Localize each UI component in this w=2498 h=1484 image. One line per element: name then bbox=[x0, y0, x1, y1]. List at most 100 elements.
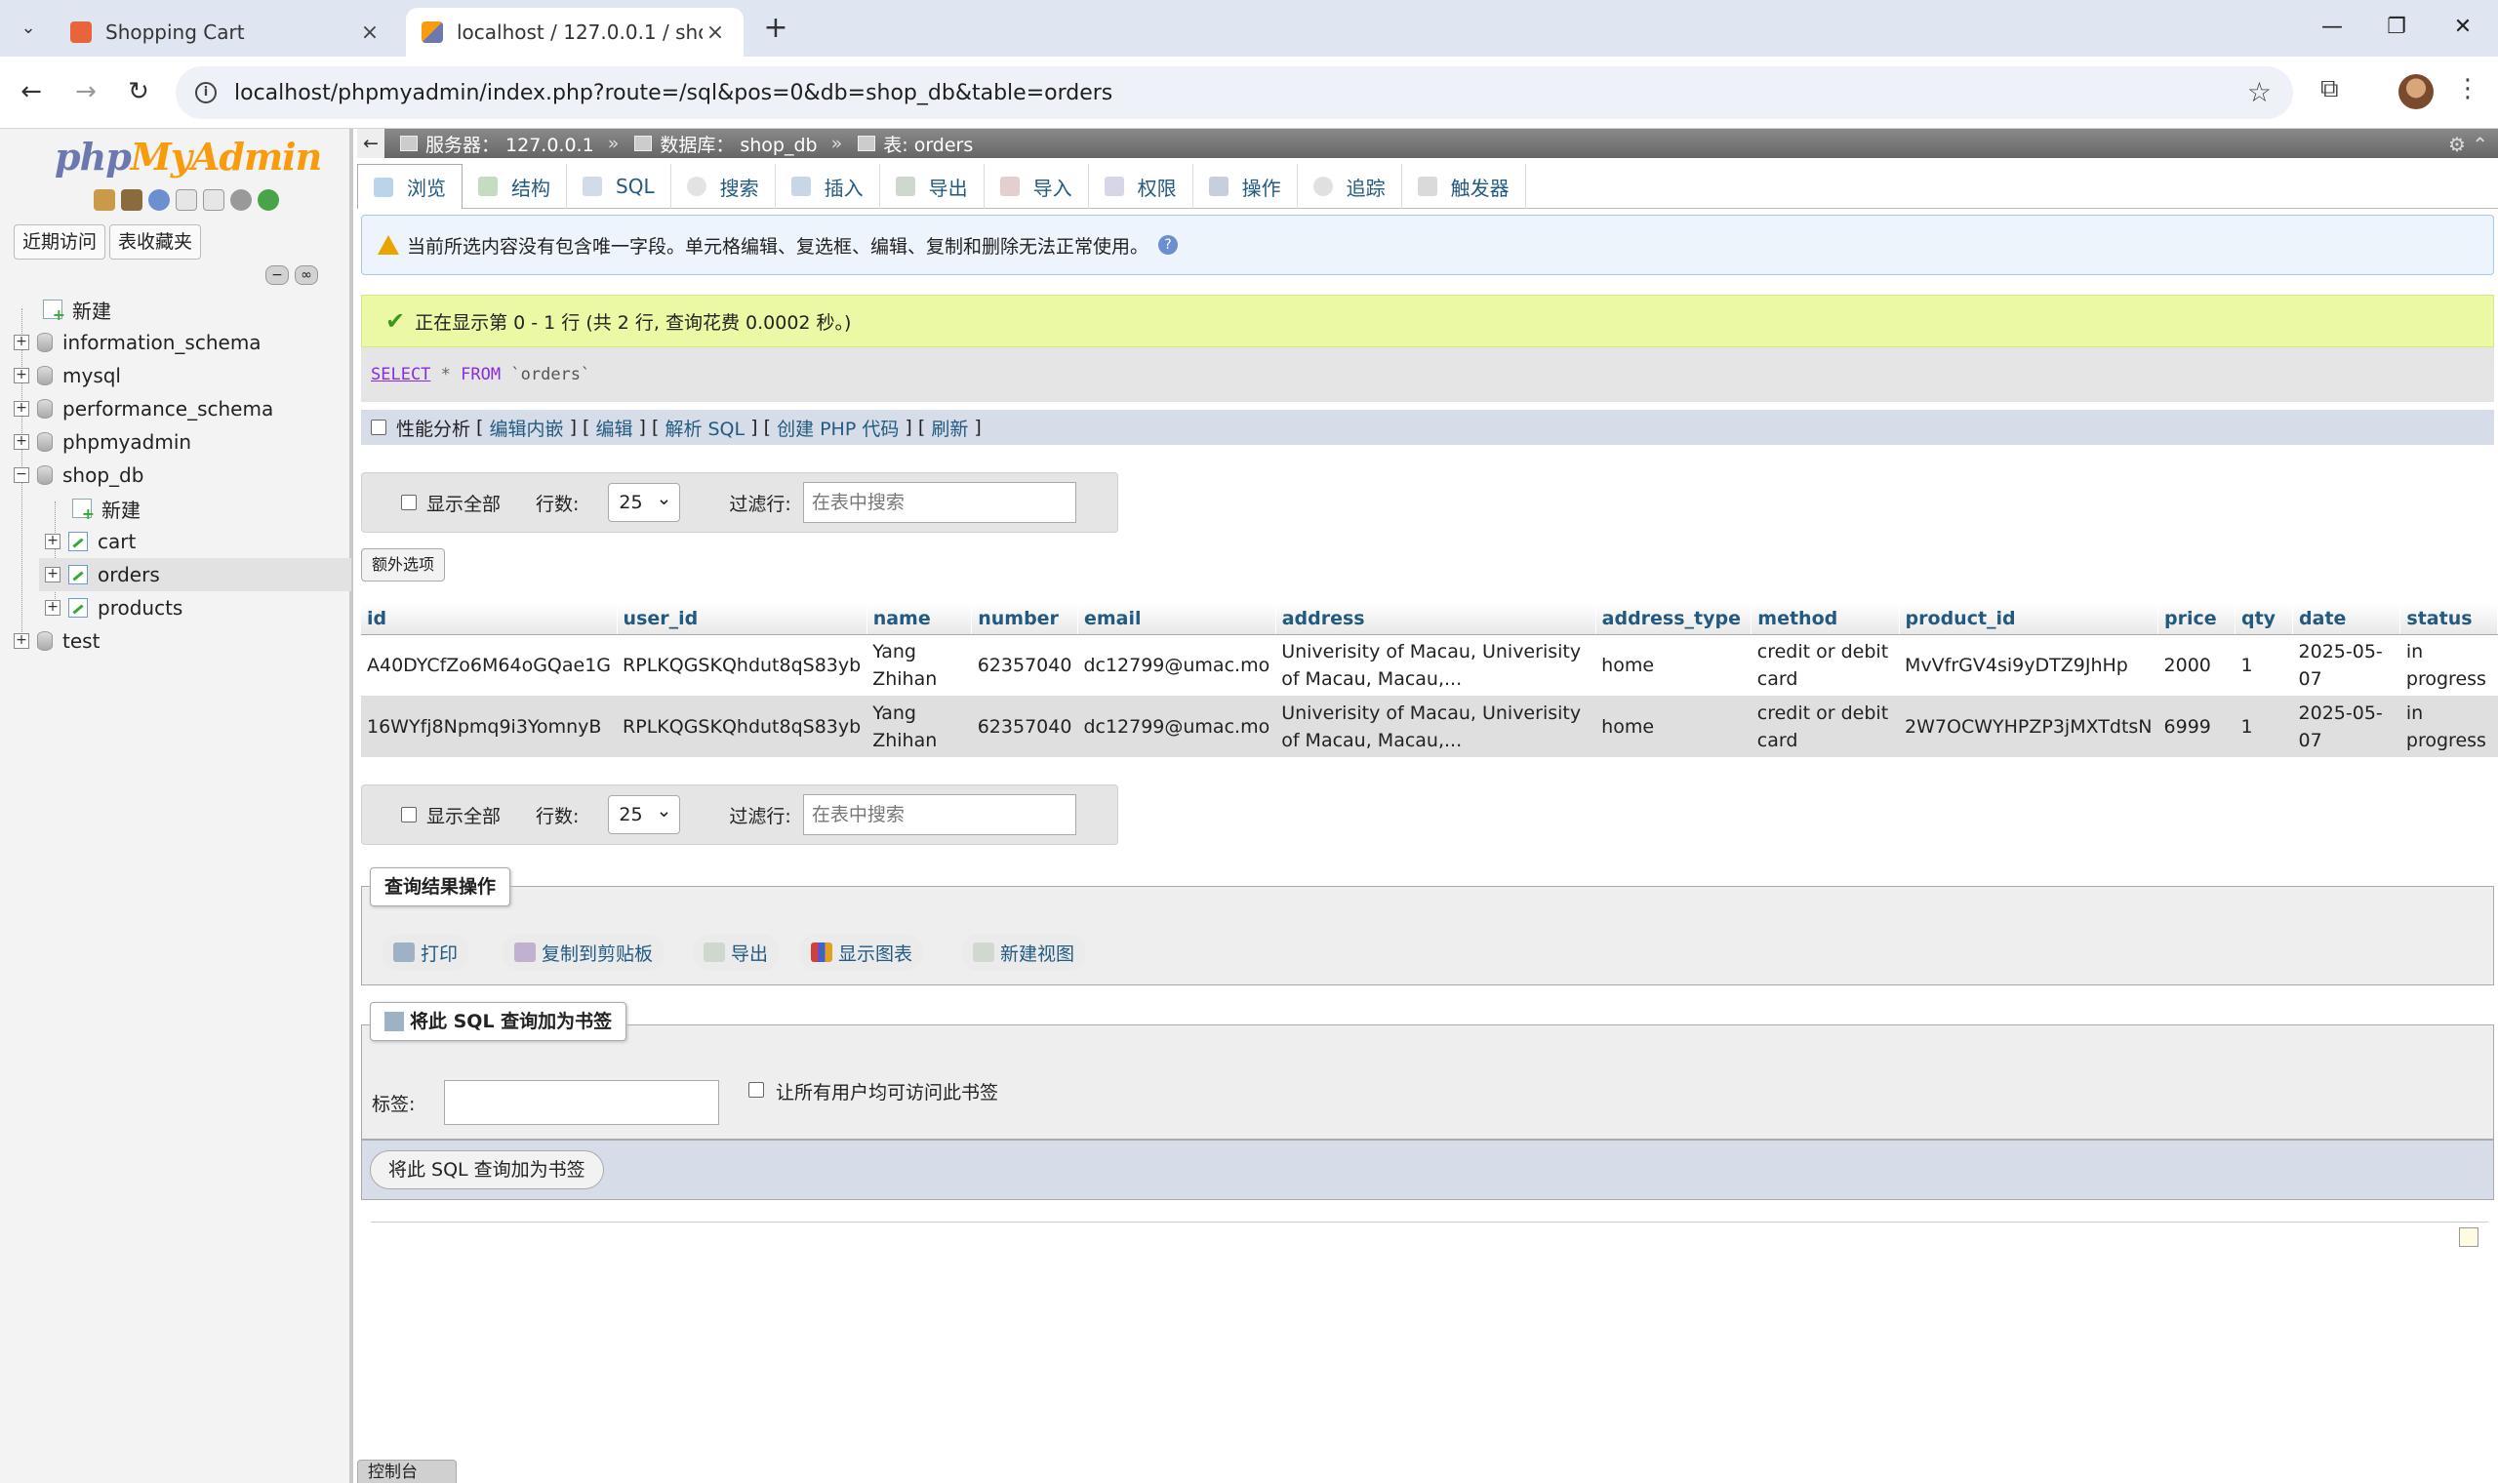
bookmark-star-icon[interactable]: ☆ bbox=[2247, 76, 2272, 108]
url-omnibox[interactable]: i localhost/phpmyadmin/index.php?route=/… bbox=[176, 66, 2293, 119]
show-all-checkbox[interactable] bbox=[401, 495, 417, 510]
tree-table-orders[interactable]: + orders bbox=[39, 558, 351, 591]
tab-tracking[interactable]: 追踪 bbox=[1298, 164, 1402, 209]
column-header[interactable]: product_id bbox=[1899, 603, 2159, 635]
logout-icon[interactable] bbox=[121, 189, 142, 211]
sql-select-keyword[interactable]: SELECT bbox=[371, 365, 430, 384]
tab-triggers[interactable]: 触发器 bbox=[1402, 164, 1526, 209]
rows-per-page-select[interactable]: 25 bbox=[608, 480, 681, 522]
filter-rows-input[interactable]: 在表中搜索 bbox=[802, 482, 1076, 523]
tree-db-information-schema[interactable]: + information_schema bbox=[14, 326, 262, 359]
export-results-button[interactable]: 导出 bbox=[692, 934, 781, 971]
docs-icon[interactable] bbox=[176, 189, 197, 211]
expand-plus-icon[interactable]: + bbox=[45, 567, 60, 582]
extensions-puzzle-icon[interactable]: ⧉ bbox=[2320, 74, 2339, 104]
rows-per-page-select[interactable]: 25 bbox=[608, 792, 681, 834]
create-php-link[interactable]: 创建 PHP 代码 bbox=[777, 415, 899, 441]
create-view-button[interactable]: 新建视图 bbox=[961, 934, 1087, 971]
collapse-minus-icon[interactable]: − bbox=[14, 467, 29, 483]
column-header[interactable]: user_id bbox=[617, 603, 867, 635]
edit-link[interactable]: 编辑 bbox=[595, 415, 632, 441]
breadcrumb-server[interactable]: 服务器： 127.0.0.1 bbox=[400, 131, 594, 157]
url-text[interactable]: localhost/phpmyadmin/index.php?route=/sq… bbox=[234, 81, 1112, 105]
tree-db-phpmyadmin[interactable]: + phpmyadmin bbox=[14, 425, 191, 459]
column-header[interactable]: price bbox=[2157, 603, 2236, 635]
display-chart-button[interactable]: 显示图表 bbox=[799, 934, 925, 971]
bookmark-submit-button[interactable]: 将此 SQL 查询加为书签 bbox=[370, 1150, 604, 1189]
share-bookmark-checkbox[interactable] bbox=[748, 1082, 764, 1098]
tree-table-products[interactable]: + products bbox=[45, 591, 182, 624]
explain-sql-link[interactable]: 解析 SQL bbox=[665, 415, 745, 441]
expand-plus-icon[interactable]: + bbox=[14, 401, 29, 417]
tab-sql[interactable]: SQL bbox=[567, 164, 671, 209]
column-header[interactable]: address_type bbox=[1595, 603, 1753, 635]
expand-plus-icon[interactable]: + bbox=[14, 434, 29, 450]
reload-icon[interactable]: ↻ bbox=[121, 74, 156, 109]
tree-db-performance-schema[interactable]: + performance_schema bbox=[14, 392, 273, 425]
tree-db-test[interactable]: + test bbox=[14, 624, 100, 658]
tab-search[interactable]: 搜索 bbox=[671, 164, 776, 209]
settings-gear-icon[interactable] bbox=[230, 189, 252, 211]
expand-plus-icon[interactable]: + bbox=[14, 335, 29, 350]
expand-plus-icon[interactable]: + bbox=[45, 600, 60, 616]
favorite-tables-button[interactable]: 表收藏夹 bbox=[109, 224, 202, 260]
edit-inline-link[interactable]: 编辑内嵌 bbox=[490, 415, 564, 441]
back-arrow-icon[interactable]: ← bbox=[14, 74, 49, 109]
tab-privileges[interactable]: 权限 bbox=[1089, 164, 1193, 209]
close-tab-icon[interactable]: × bbox=[703, 20, 728, 45]
tree-db-mysql[interactable]: + mysql bbox=[14, 359, 121, 392]
help-icon[interactable] bbox=[148, 189, 170, 211]
expand-plus-icon[interactable]: + bbox=[14, 633, 29, 649]
column-header[interactable]: name bbox=[866, 603, 973, 635]
tab-operations[interactable]: 操作 bbox=[1193, 164, 1298, 209]
column-header[interactable]: email bbox=[1077, 603, 1276, 635]
expand-plus-icon[interactable]: + bbox=[14, 368, 29, 383]
browser-tab-phpmyadmin[interactable]: localhost / 127.0.0.1 / shop_db × bbox=[406, 8, 744, 57]
minimize-icon[interactable]: — bbox=[2303, 8, 2361, 47]
home-icon[interactable] bbox=[94, 189, 115, 211]
notes-icon[interactable] bbox=[2459, 1227, 2478, 1247]
collapse-all-icon[interactable]: − bbox=[265, 265, 289, 285]
extra-options-button[interactable]: 额外选项 bbox=[361, 548, 446, 582]
tab-export[interactable]: 导出 bbox=[880, 164, 985, 209]
tree-table-cart[interactable]: + cart bbox=[45, 525, 136, 558]
expand-plus-icon[interactable]: + bbox=[45, 534, 60, 549]
tree-new-database[interactable]: 新建 bbox=[43, 293, 111, 326]
console-toggle[interactable]: 控制台 bbox=[357, 1460, 457, 1483]
profile-avatar[interactable] bbox=[2398, 74, 2434, 109]
restore-icon[interactable]: ❐ bbox=[2367, 8, 2426, 47]
help-icon[interactable]: ? bbox=[1158, 235, 1179, 255]
profiling-checkbox[interactable] bbox=[371, 420, 386, 435]
tree-db-shop-db[interactable]: − shop_db bbox=[14, 459, 143, 492]
show-all-checkbox[interactable] bbox=[401, 807, 417, 822]
new-tab-plus-icon[interactable]: + bbox=[759, 12, 792, 45]
browser-tab-shopping-cart[interactable]: Shopping Cart × bbox=[55, 8, 398, 57]
table-row[interactable]: A40DYCfZo6M64oGQae1G RPLKQGSKQhdut8qS83y… bbox=[361, 634, 2498, 696]
column-header[interactable]: method bbox=[1751, 603, 1900, 635]
tab-import[interactable]: 导入 bbox=[985, 164, 1089, 209]
breadcrumb-table[interactable]: 表: orders bbox=[858, 131, 973, 157]
column-header[interactable]: address bbox=[1275, 603, 1596, 635]
phpmyadmin-logo[interactable]: phpMyAdmin bbox=[55, 135, 322, 179]
settings-gear-icon[interactable]: ⚙ ⌃ bbox=[2448, 133, 2488, 156]
tab-insert[interactable]: 插入 bbox=[776, 164, 880, 209]
column-header[interactable]: number bbox=[971, 603, 1078, 635]
tab-structure[interactable]: 结构 bbox=[463, 164, 567, 209]
close-tab-icon[interactable]: × bbox=[357, 20, 383, 45]
reload-navigation-icon[interactable] bbox=[258, 189, 279, 211]
forward-arrow-icon[interactable]: → bbox=[68, 74, 103, 109]
copy-to-clipboard-button[interactable]: 复制到剪贴板 bbox=[503, 934, 665, 971]
print-button[interactable]: 打印 bbox=[382, 934, 470, 971]
column-header[interactable]: status bbox=[2399, 603, 2498, 635]
table-row[interactable]: 16WYfj8Npmq9i3YomnyB RPLKQGSKQhdut8qS83y… bbox=[361, 696, 2498, 757]
column-header[interactable]: id bbox=[361, 603, 618, 635]
tab-search-chevron-icon[interactable]: ⌄ bbox=[14, 14, 43, 43]
breadcrumb-database[interactable]: 数据库： shop_db bbox=[634, 131, 818, 157]
column-header[interactable]: qty bbox=[2235, 603, 2294, 635]
tree-shop-db-new-table[interactable]: 新建 bbox=[72, 492, 141, 525]
site-info-icon[interactable]: i bbox=[195, 82, 217, 103]
copy-icon[interactable] bbox=[203, 189, 224, 211]
browser-menu-kebab-icon[interactable]: ⋮ bbox=[2455, 74, 2480, 103]
refresh-link[interactable]: 刷新 bbox=[931, 415, 968, 441]
filter-rows-input[interactable]: 在表中搜索 bbox=[802, 794, 1076, 835]
